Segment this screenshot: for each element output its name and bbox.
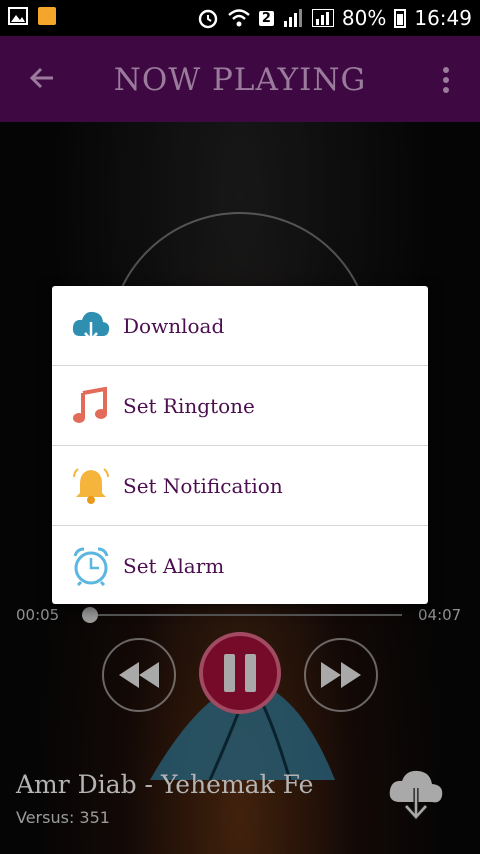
alarm-clock-icon (71, 546, 111, 586)
bell-icon (71, 466, 111, 506)
menu-item-set-alarm[interactable]: Set Alarm (52, 526, 428, 605)
menu-item-label: Set Notification (123, 473, 283, 498)
music-note-icon (71, 386, 111, 426)
gallery-icon (8, 7, 28, 25)
contact-avatar-icon (38, 7, 56, 25)
menu-item-download[interactable]: Download (52, 286, 428, 365)
menu-item-set-ringtone[interactable]: Set Ringtone (52, 366, 428, 445)
sim-badge: 2 (258, 10, 274, 26)
page-title: NOW PLAYING (113, 62, 367, 98)
alarm-icon (198, 9, 218, 29)
wifi-icon (228, 9, 250, 27)
status-left (8, 7, 56, 25)
status-bar: 2 80% 16:49 (0, 0, 480, 36)
cloud-download-icon (71, 306, 111, 346)
signal-icon (283, 9, 302, 27)
back-arrow-icon[interactable] (28, 64, 56, 92)
signal-icon-2 (311, 9, 334, 27)
clock-time: 16:49 (414, 6, 472, 30)
status-right: 2 80% 16:49 (197, 6, 472, 30)
more-options-icon[interactable] (436, 66, 456, 94)
battery-icon (394, 9, 407, 28)
context-menu-dialog: Download Set Ringtone Set Notification S… (52, 286, 428, 604)
battery-percent: 80% (341, 6, 387, 30)
menu-item-label: Download (123, 313, 225, 338)
menu-item-label: Set Alarm (123, 553, 225, 578)
menu-item-set-notification[interactable]: Set Notification (52, 446, 428, 525)
app-bar: NOW PLAYING (0, 36, 480, 122)
menu-item-label: Set Ringtone (123, 393, 255, 418)
